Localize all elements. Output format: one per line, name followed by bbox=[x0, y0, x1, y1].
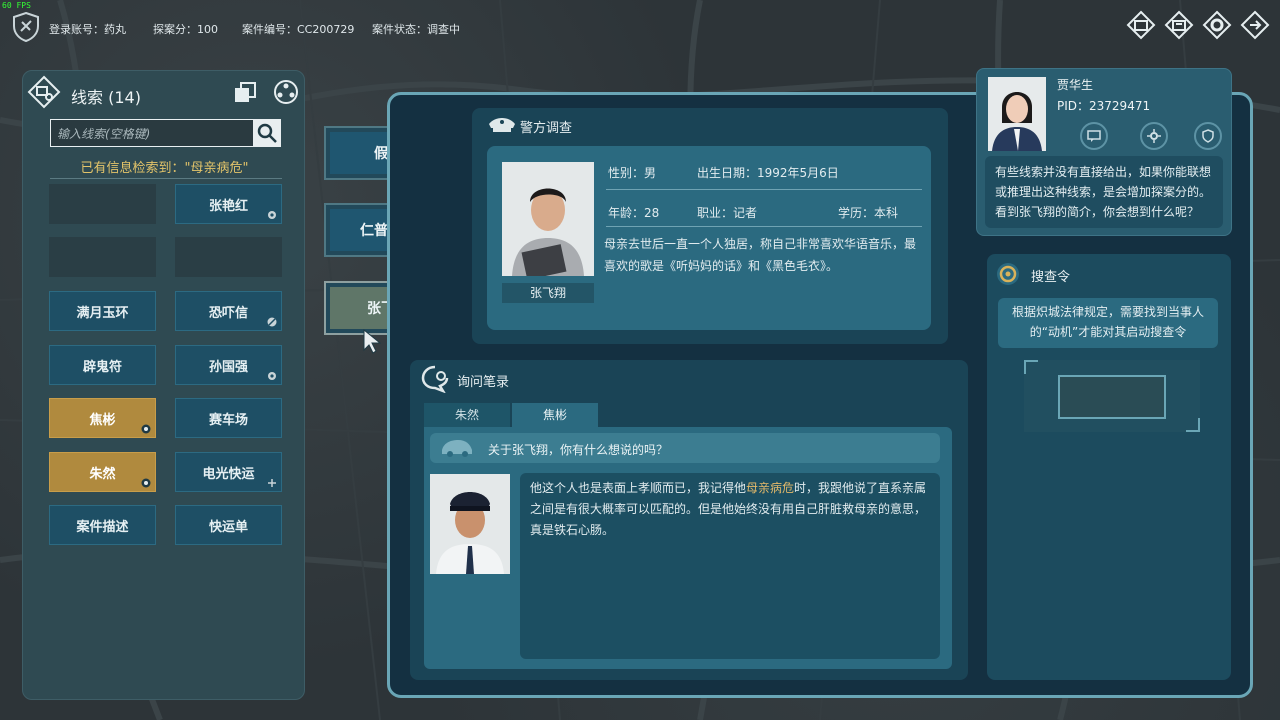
clue-title: 线索 (14) bbox=[71, 88, 141, 107]
link-icon bbox=[267, 477, 277, 487]
clue-item-label: 焦彬 bbox=[89, 412, 116, 428]
inquiry-tab[interactable]: 朱然 bbox=[424, 403, 510, 427]
question-text: 关于张飞翔，你有什么想说的吗？ bbox=[488, 443, 669, 457]
case-status-label: 案件状态：调查中 bbox=[372, 23, 460, 36]
suspect-birthdate: 出生日期：1992年5月6日 bbox=[697, 166, 839, 180]
clue-item-label: 朱然 bbox=[89, 466, 116, 482]
target-icon bbox=[141, 423, 151, 434]
clue-item-label: 电光快运 bbox=[202, 466, 255, 482]
chat-search-icon bbox=[421, 365, 451, 397]
clue-item[interactable]: 满月玉环 bbox=[49, 291, 156, 331]
clue-search-input[interactable]: 输入线索(空格键) bbox=[50, 119, 254, 147]
detective-pid: PID：23729471 bbox=[1057, 99, 1151, 113]
network-icon[interactable] bbox=[273, 79, 299, 105]
eye-icon bbox=[267, 370, 277, 380]
suspect-description: 母亲去世后一直一个人独居，称自己非常喜欢华语音乐，最喜欢的歌是《听妈妈的话》和《… bbox=[604, 237, 917, 273]
clue-item-label: 满月玉环 bbox=[76, 305, 129, 321]
suspect-education: 学历：本科 bbox=[838, 206, 899, 220]
answer-highlight: 母亲病危 bbox=[746, 481, 795, 495]
settings-gear-icon[interactable] bbox=[1202, 10, 1232, 40]
case-id-label: 案件编号：CC200729 bbox=[242, 23, 355, 36]
pill-icon bbox=[267, 316, 277, 327]
warrant-slot[interactable] bbox=[1058, 375, 1166, 419]
clue-item[interactable]: 电光快运 bbox=[175, 452, 282, 492]
cursor-icon bbox=[362, 328, 384, 358]
clue-slot-empty bbox=[49, 184, 156, 224]
clue-item-label: 张艳红 bbox=[208, 198, 248, 214]
exit-icon[interactable] bbox=[1240, 10, 1270, 40]
score-label: 探案分：100 bbox=[153, 23, 218, 36]
warrant-target-icon bbox=[996, 262, 1020, 290]
clue-item[interactable]: 赛车场 bbox=[175, 398, 282, 438]
clue-item[interactable]: 案件描述 bbox=[49, 505, 156, 545]
inquiry-tab-active[interactable]: 焦彬 bbox=[512, 403, 598, 427]
clue-slot-empty bbox=[175, 237, 282, 277]
eye-icon bbox=[267, 209, 277, 219]
warrant-header: 搜查令 bbox=[1031, 270, 1071, 285]
clue-item-selected[interactable]: 焦彬 bbox=[49, 398, 156, 438]
warrant-hint: 根据炽城法律规定，需要找到当事人的“动机”才能对其启动搜查令 bbox=[998, 298, 1218, 348]
hint-text: 有些线索并没有直接给出，如果你能联想或推理出这种线索，是会增加探案分的。看到张飞… bbox=[985, 156, 1223, 228]
clue-item-label: 案件描述 bbox=[76, 519, 129, 535]
search-hint-prefix: 已有信息检索到： bbox=[80, 161, 185, 176]
clue-item[interactable]: 张艳红 bbox=[175, 184, 282, 224]
clue-item-label: 辟鬼符 bbox=[82, 359, 122, 375]
settings-gear-icon[interactable] bbox=[1140, 122, 1168, 150]
question-bubble: 关于张飞翔，你有什么想说的吗？ bbox=[430, 433, 940, 463]
clue-item[interactable]: 辟鬼符 bbox=[49, 345, 156, 385]
dossier-icon[interactable] bbox=[1164, 10, 1194, 40]
clue-header: 线索 (14) bbox=[23, 71, 306, 115]
clue-slot-empty bbox=[49, 237, 156, 277]
chat-icon[interactable] bbox=[1080, 122, 1108, 150]
suspect-name: 张飞翔 bbox=[502, 283, 594, 303]
answer-text: 他这个人也是表面上孝顺而已，我记得他母亲病危时，我跟他说了直系亲属之间是有很大概… bbox=[530, 478, 930, 541]
inquiry-header: 询问笔录 bbox=[457, 375, 510, 390]
suspect-gender: 性别：男 bbox=[608, 166, 657, 180]
divider bbox=[50, 178, 282, 179]
search-hint: 已有信息检索到："母亲病危" bbox=[23, 157, 306, 176]
answer-before: 他这个人也是表面上孝顺而已，我记得他 bbox=[530, 481, 747, 495]
divider bbox=[606, 226, 922, 227]
clue-item[interactable]: 快运单 bbox=[175, 505, 282, 545]
officer-photo bbox=[430, 474, 510, 574]
top-bar: 登录账号：药丸 探案分：100 案件编号：CC200729 案件状态：调查中 bbox=[0, 0, 1280, 52]
clue-item-label: 快运单 bbox=[208, 519, 248, 535]
shield-icon[interactable] bbox=[1194, 122, 1222, 150]
search-icon[interactable] bbox=[253, 119, 281, 147]
suspect-job: 职业：记者 bbox=[697, 206, 758, 220]
clue-panel: 线索 (14) 输入线索(空格键) 已有信息检索到："母亲病危" 张艳红 满月玉… bbox=[22, 70, 305, 700]
suspect-age: 年龄：28 bbox=[608, 206, 660, 220]
copy-icon[interactable] bbox=[233, 81, 259, 105]
frame-corner bbox=[1024, 360, 1038, 374]
police-car-icon bbox=[442, 440, 472, 457]
clue-logo-icon bbox=[27, 75, 61, 109]
police-header: 警方调查 bbox=[520, 121, 573, 136]
clue-item[interactable]: 恐吓信 bbox=[175, 291, 282, 331]
clue-item-label: 恐吓信 bbox=[208, 305, 248, 321]
target-icon bbox=[141, 477, 151, 488]
clue-item[interactable]: 孙国强 bbox=[175, 345, 282, 385]
top-actions bbox=[1126, 10, 1270, 40]
police-cap-icon bbox=[487, 115, 517, 139]
frame-corner bbox=[1186, 418, 1200, 432]
detective-avatar bbox=[988, 77, 1046, 151]
suspect-photo bbox=[502, 162, 594, 276]
clue-item-selected[interactable]: 朱然 bbox=[49, 452, 156, 492]
detective-name: 贾华生 bbox=[1057, 78, 1094, 92]
account-label: 登录账号：药丸 bbox=[49, 23, 126, 36]
search-hint-term: "母亲病危" bbox=[184, 161, 249, 176]
clue-item-label: 孙国强 bbox=[208, 359, 248, 375]
clue-item-label: 赛车场 bbox=[208, 412, 248, 428]
police-badge-icon bbox=[12, 11, 40, 43]
window-icon[interactable] bbox=[1126, 10, 1156, 40]
divider bbox=[606, 189, 922, 190]
